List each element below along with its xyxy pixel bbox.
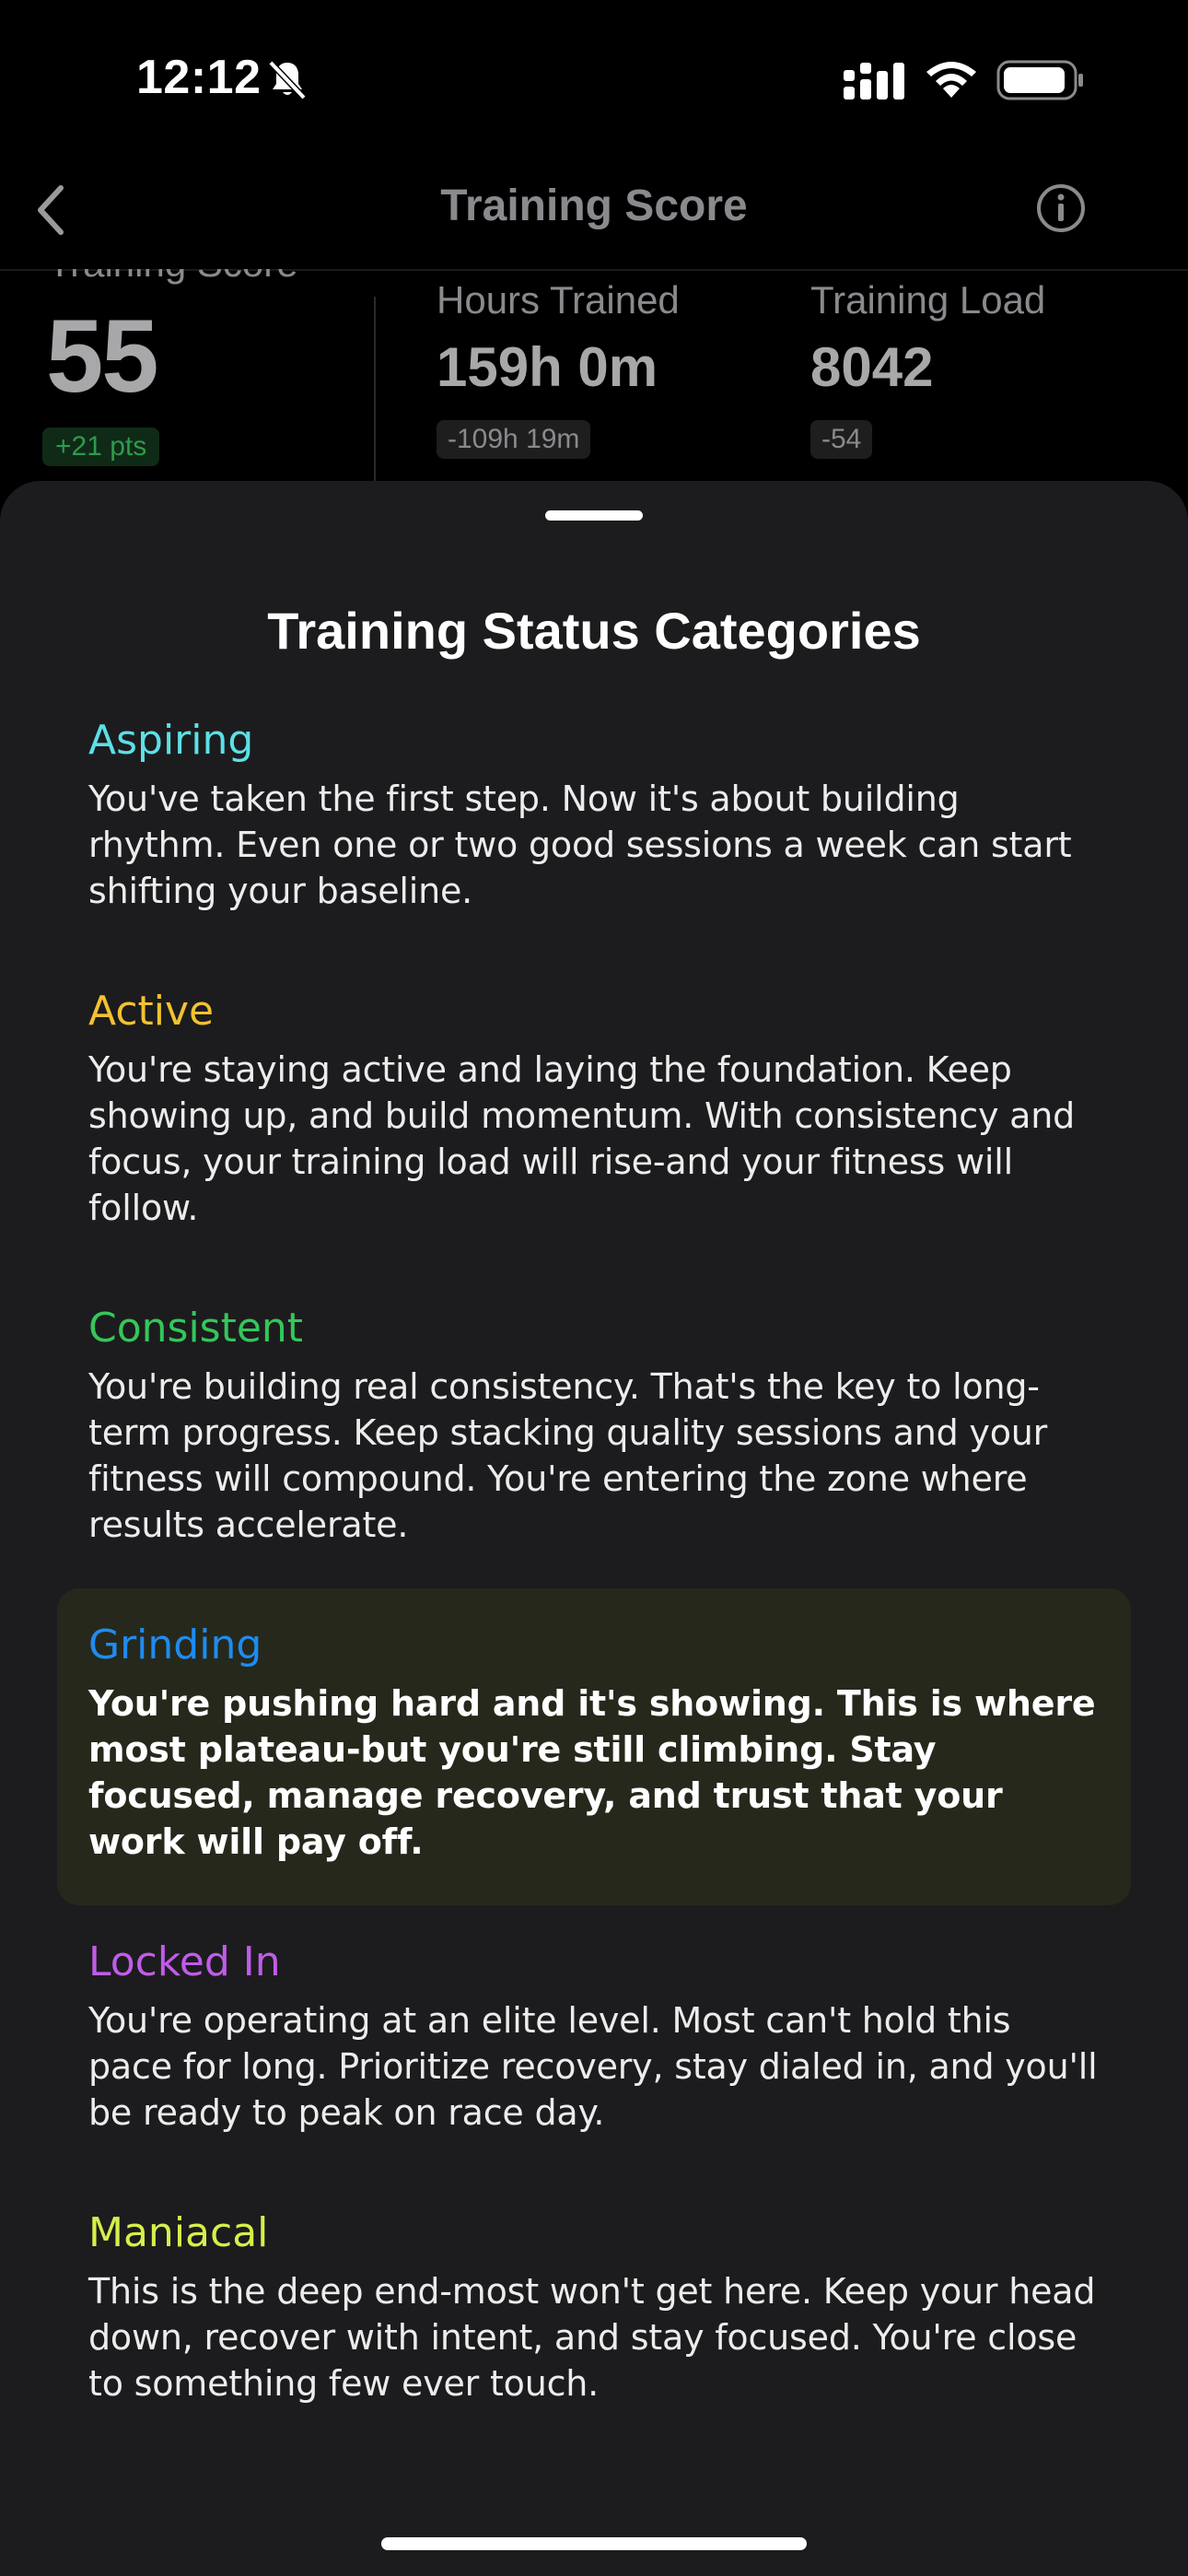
category-name: Locked In xyxy=(88,1938,281,1985)
hours-trained-label: Hours Trained xyxy=(437,278,680,322)
wifi-icon xyxy=(926,62,976,98)
score-label: Training Score xyxy=(48,269,298,286)
score-value: 55 xyxy=(46,299,159,414)
sheet-grabber[interactable] xyxy=(545,510,643,521)
category-name: Active xyxy=(88,988,215,1035)
categories-sheet: Training Status Categories Aspiring You'… xyxy=(0,481,1188,2576)
category-aspiring: Aspiring You've taken the first step. No… xyxy=(57,713,1131,914)
category-description: You're pushing hard and it's showing. Th… xyxy=(88,1683,1096,1862)
category-description: You're operating at an elite level. Most… xyxy=(88,2000,1098,2133)
category-description: You've taken the first step. Now it's ab… xyxy=(88,779,1072,911)
info-icon[interactable] xyxy=(1035,182,1087,234)
status-bar: 12:12 xyxy=(0,0,1188,162)
category-name: Consistent xyxy=(88,1305,304,1352)
category-description: You're building real consistency. That's… xyxy=(88,1366,1048,1545)
training-load-label: Training Load xyxy=(810,278,1046,322)
stats-divider xyxy=(374,297,376,509)
page-title: Training Score xyxy=(440,181,748,230)
hours-trained-value: 159h 0m xyxy=(437,336,658,398)
sheet-title: Training Status Categories xyxy=(267,602,921,660)
category-locked-in: Locked In You're operating at an elite l… xyxy=(57,1935,1131,2136)
score-delta-badge: +21 pts xyxy=(42,427,160,466)
category-description: You're staying active and laying the fou… xyxy=(88,1049,1076,1228)
bell-slash-icon xyxy=(268,60,307,100)
training-load-value: 8042 xyxy=(810,336,934,398)
hours-trained-delta-badge: -109h 19m xyxy=(437,420,591,459)
category-name: Grinding xyxy=(88,1622,262,1669)
stats-summary: Training Score 55 +21 pts Hours Trained … xyxy=(0,269,1188,509)
category-name: Aspiring xyxy=(88,717,254,764)
category-name: Maniacal xyxy=(88,2209,269,2256)
home-indicator[interactable] xyxy=(381,2537,807,2550)
battery-icon xyxy=(996,60,1083,100)
category-grinding: Grinding You're pushing hard and it's sh… xyxy=(57,1588,1131,1905)
training-load-delta-badge: -54 xyxy=(810,420,873,459)
category-active: Active You're staying active and laying … xyxy=(57,984,1131,1231)
category-maniacal: Maniacal This is the deep end-most won't… xyxy=(57,2206,1131,2406)
status-time: 12:12 xyxy=(136,51,262,104)
category-consistent: Consistent You're building real consiste… xyxy=(57,1301,1131,1548)
cellular-signal-icon xyxy=(844,63,904,100)
category-description: This is the deep end-most won't get here… xyxy=(88,2271,1096,2404)
